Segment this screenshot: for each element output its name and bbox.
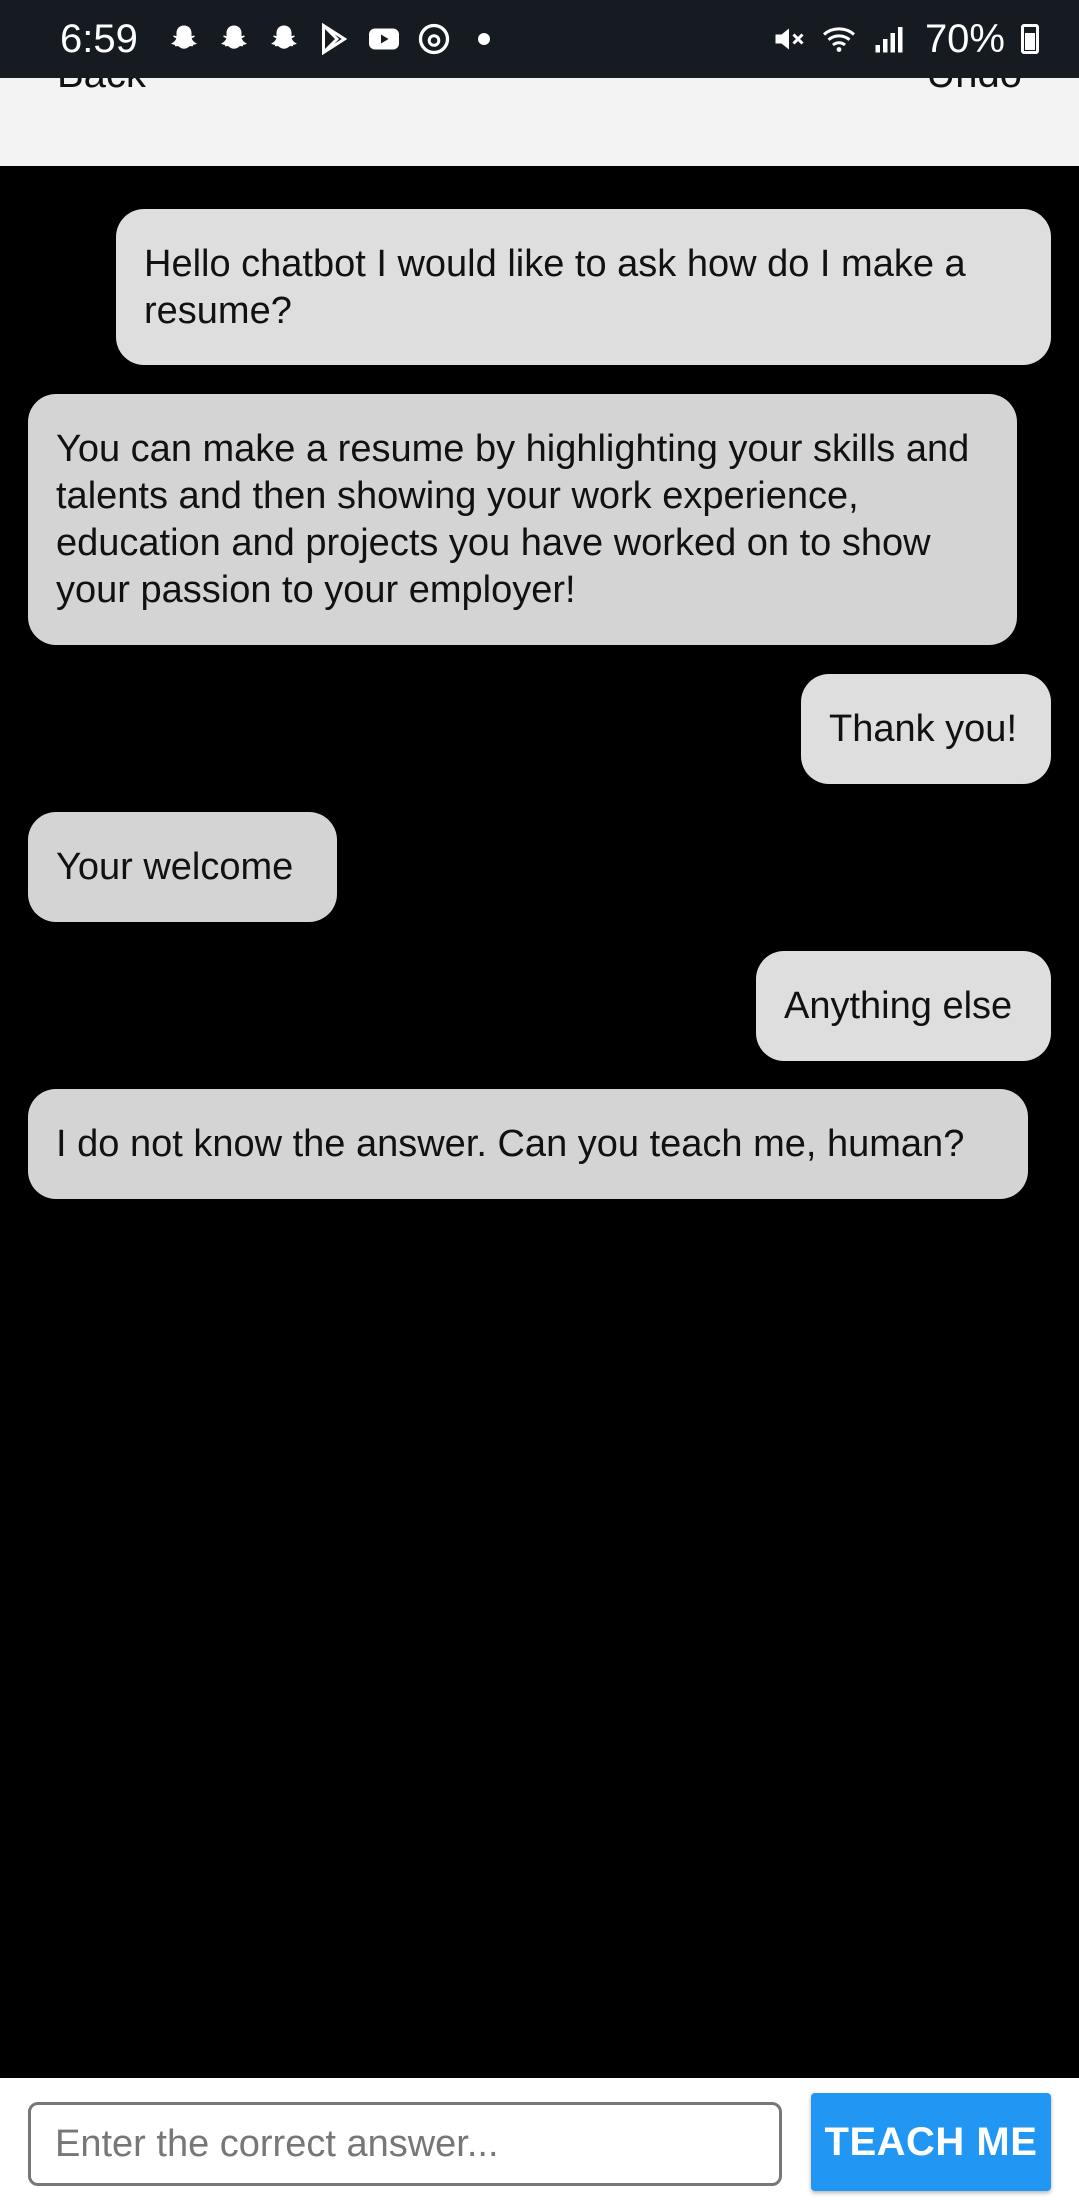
user-message: Hello chatbot I would like to ask how do… (116, 209, 1051, 365)
answer-input-bar: TEACH ME (0, 2078, 1079, 2205)
threads-icon (414, 19, 454, 59)
more-notifications-dot (477, 33, 490, 45)
bot-message: I do not know the answer. Can you teach … (28, 1089, 1028, 1199)
status-left: 6:59 (60, 17, 490, 62)
teach-me-button[interactable]: TEACH ME (811, 2093, 1051, 2191)
wifi-icon (819, 19, 859, 59)
snapchat-icon (264, 19, 304, 59)
snapchat-icon (214, 19, 254, 59)
chat-area[interactable]: Hello chatbot I would like to ask how do… (0, 166, 1079, 2078)
undo-button[interactable]: Undo (926, 78, 1022, 97)
battery-percent: 70% (924, 16, 1005, 61)
top-nav: Back Undo (0, 78, 1079, 166)
answer-input[interactable] (28, 2102, 782, 2186)
back-button[interactable]: Back (57, 78, 146, 97)
status-right: 70% (769, 17, 1039, 62)
status-time: 6:59 (60, 16, 138, 61)
youtube-icon (364, 19, 404, 59)
user-message: Thank you! (801, 674, 1051, 784)
mute-icon (769, 19, 809, 59)
bot-message: You can make a resume by highlighting yo… (28, 394, 1017, 645)
status-bar: 6:59 70% (0, 0, 1079, 78)
bot-message: Your welcome (28, 812, 337, 922)
snapchat-icon (164, 19, 204, 59)
user-message: Anything else (756, 951, 1051, 1061)
play-store-icon (314, 19, 354, 59)
battery-icon (1021, 24, 1039, 54)
signal-icon (869, 19, 909, 59)
